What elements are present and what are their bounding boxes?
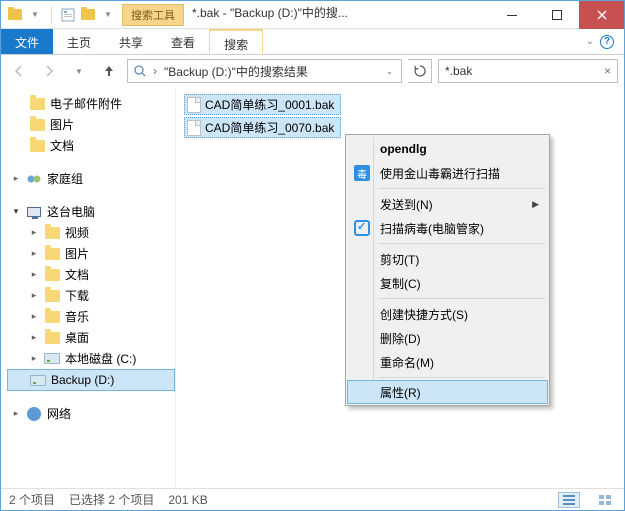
tree-pictures[interactable]: ▸图片 [7, 243, 175, 264]
back-button[interactable] [7, 59, 31, 83]
menu-separator [378, 188, 545, 189]
menu-opendlg[interactable]: opendlg [348, 137, 547, 161]
qat-dropdown-icon[interactable]: ▼ [27, 7, 43, 23]
status-selection: 已选择 2 个项目 [69, 491, 154, 508]
tab-home[interactable]: 主页 [53, 29, 105, 54]
tree-homegroup[interactable]: ▸家庭组 [7, 168, 175, 189]
menu-kingsoft-scan[interactable]: 毒使用金山毒霸进行扫描 [348, 161, 547, 185]
status-bar: 2 个项目 已选择 2 个项目 201 KB [1, 488, 624, 510]
help-icon[interactable]: ? [600, 35, 614, 49]
address-bar[interactable]: › "Backup (D:)"中的搜索结果 ⌄ [127, 59, 402, 83]
tree-favorites-email[interactable]: 电子邮件附件 [7, 93, 175, 114]
file-icon [187, 120, 201, 136]
menu-cut[interactable]: 剪切(T) [348, 247, 547, 271]
tree-docs[interactable]: ▸文档 [7, 264, 175, 285]
file-icon [187, 97, 201, 113]
qat-chevron-icon[interactable]: ▼ [100, 7, 116, 23]
tab-file[interactable]: 文件 [1, 29, 53, 54]
details-view-button[interactable] [558, 492, 580, 508]
tree-favorites-pictures[interactable]: 图片 [7, 114, 175, 135]
submenu-arrow-icon: ▶ [532, 199, 539, 210]
tab-search[interactable]: 搜索 [209, 29, 263, 54]
tree-network[interactable]: ▸网络 [7, 403, 175, 424]
menu-properties[interactable]: 属性(R) [347, 380, 548, 404]
tab-share[interactable]: 共享 [105, 29, 157, 54]
search-icon [130, 64, 150, 78]
status-item-count: 2 个项目 [9, 491, 55, 508]
tree-this-pc[interactable]: ▾这台电脑 [7, 201, 175, 222]
menu-separator [378, 243, 545, 244]
tab-view[interactable]: 查看 [157, 29, 209, 54]
search-input[interactable]: *.bak × [438, 59, 618, 83]
properties-icon[interactable] [60, 7, 76, 23]
kingsoft-icon: 毒 [353, 164, 371, 182]
chevron-right-icon[interactable]: › [150, 64, 160, 78]
file-item[interactable]: CAD简单练习_0001.bak [184, 94, 341, 115]
new-folder-icon[interactable] [80, 7, 96, 23]
thumbnails-view-button[interactable] [594, 492, 616, 508]
titlebar: ▼ ▼ 搜索工具 *.bak - "Backup (D:)"中的搜... [1, 1, 624, 29]
menu-delete[interactable]: 删除(D) [348, 326, 547, 350]
quick-access-toolbar: ▼ ▼ [1, 6, 122, 24]
menu-create-shortcut[interactable]: 创建快捷方式(S) [348, 302, 547, 326]
minimize-button[interactable] [489, 1, 534, 29]
tree-local-c[interactable]: ▸本地磁盘 (C:) [7, 348, 175, 369]
file-item[interactable]: CAD简单练习_0070.bak [184, 117, 341, 138]
nav-bar: ▼ › "Backup (D:)"中的搜索结果 ⌄ *.bak × [1, 55, 624, 87]
menu-rename[interactable]: 重命名(M) [348, 350, 547, 374]
maximize-button[interactable] [534, 1, 579, 29]
forward-button[interactable] [37, 59, 61, 83]
refresh-button[interactable] [408, 59, 432, 83]
tree-videos[interactable]: ▸视频 [7, 222, 175, 243]
menu-send-to[interactable]: 发送到(N)▶ [348, 192, 547, 216]
recent-dropdown[interactable]: ▼ [67, 59, 91, 83]
menu-separator [378, 298, 545, 299]
tree-favorites-docs[interactable]: 文档 [7, 135, 175, 156]
up-button[interactable] [97, 59, 121, 83]
breadcrumb[interactable]: "Backup (D:)"中的搜索结果 [160, 63, 312, 80]
tree-backup-d[interactable]: Backup (D:) [7, 369, 175, 391]
menu-separator [378, 377, 545, 378]
tree-desktop[interactable]: ▸桌面 [7, 327, 175, 348]
folder-icon[interactable] [7, 7, 23, 23]
search-value: *.bak [445, 64, 472, 78]
clear-search-icon[interactable]: × [604, 64, 611, 78]
address-dropdown-icon[interactable]: ⌄ [380, 67, 399, 76]
nav-tree[interactable]: 电子邮件附件 图片 文档 ▸家庭组 ▾这台电脑 ▸视频 ▸图片 ▸文档 ▸下载 … [1, 87, 176, 488]
tree-music[interactable]: ▸音乐 [7, 306, 175, 327]
close-button[interactable] [579, 1, 624, 29]
window-title: *.bak - "Backup (D:)"中的搜... [184, 4, 489, 26]
context-menu: opendlg 毒使用金山毒霸进行扫描 发送到(N)▶ 扫描病毒(电脑管家) 剪… [345, 134, 550, 406]
status-size: 201 KB [168, 493, 207, 507]
menu-tencent-scan[interactable]: 扫描病毒(电脑管家) [348, 216, 547, 240]
contextual-tab-badge: 搜索工具 [122, 4, 184, 26]
ribbon-expand-icon[interactable]: ⌄ [586, 36, 594, 47]
tree-downloads[interactable]: ▸下载 [7, 285, 175, 306]
ribbon: 文件 主页 共享 查看 搜索 ⌄ ? [1, 29, 624, 55]
tencent-icon [353, 219, 371, 237]
menu-copy[interactable]: 复制(C) [348, 271, 547, 295]
